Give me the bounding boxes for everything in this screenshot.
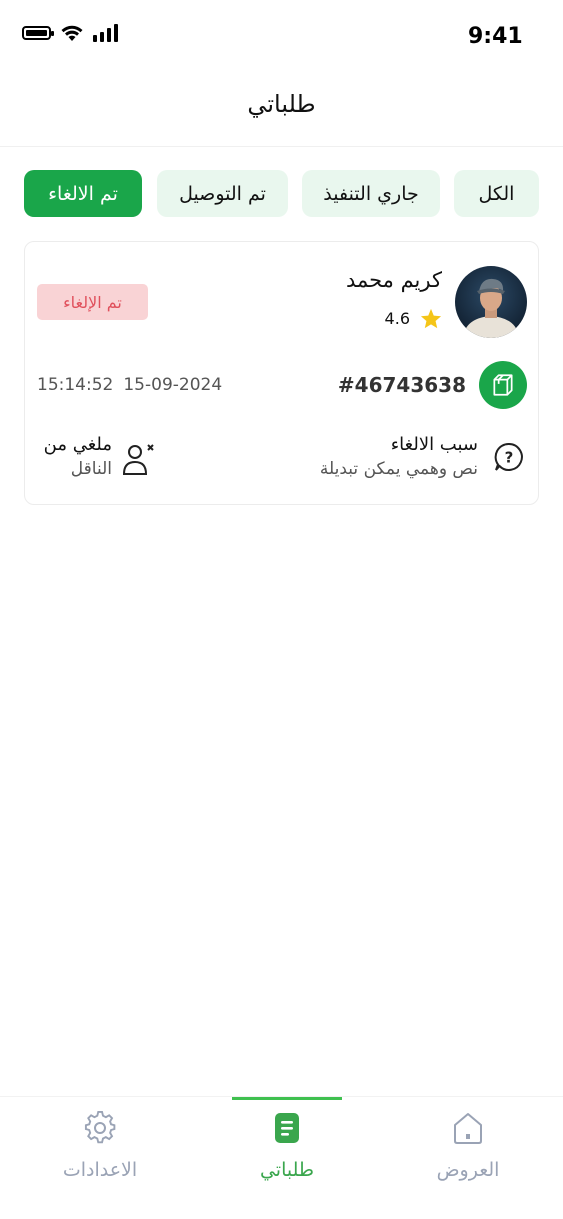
rating-value: 4.6 — [384, 309, 410, 328]
tab-all[interactable]: الكل — [454, 170, 539, 217]
page-title: طلباتي — [247, 90, 316, 118]
nav-settings[interactable]: الاعدادات — [25, 1097, 175, 1219]
nav-orders-label: طلباتي — [259, 1159, 315, 1181]
status-icons — [22, 24, 119, 42]
tab-in-progress[interactable]: جاري التنفيذ — [302, 170, 440, 217]
driver-rating: 4.6 — [385, 308, 442, 329]
nav-active-indicator — [232, 1097, 342, 1100]
battery-icon — [22, 26, 54, 40]
cancelled-by-title: ملغي من — [43, 434, 112, 455]
gear-icon — [84, 1111, 116, 1144]
order-card[interactable]: كريم محمد 4.6 تم الإلغاء #46743638 15:14… — [24, 241, 539, 505]
star-icon — [420, 308, 442, 329]
box-icon — [493, 374, 513, 396]
nav-orders[interactable]: طلباتي — [212, 1097, 362, 1219]
user-x-icon — [122, 444, 154, 475]
order-icon-circle — [479, 361, 527, 409]
tab-cancelled[interactable]: تم الالغاء — [24, 170, 142, 217]
nav-offers-label: العروض — [436, 1159, 500, 1181]
wifi-icon — [61, 25, 83, 41]
home-icon — [454, 1113, 482, 1144]
status-bar: 9:41 — [0, 0, 563, 70]
order-date: 15-09-2024 — [123, 375, 223, 395]
cancel-reason-text: نص وهمي يمكن تبديلة — [319, 459, 478, 479]
order-number: #46743638 — [337, 373, 466, 397]
nav-settings-label: الاعدادات — [62, 1159, 138, 1181]
filter-tabs: تم الالغاء تم التوصيل جاري التنفيذ الكل — [24, 170, 539, 218]
order-datetime: 15:14:52 15-09-2024 — [37, 375, 222, 395]
nav-offers[interactable]: العروض — [393, 1097, 543, 1219]
bottom-nav: الاعدادات طلباتي العروض — [0, 1096, 563, 1219]
avatar — [455, 266, 527, 338]
header: طلباتي — [0, 70, 563, 147]
cancel-reason-title: سبب الالغاء — [390, 434, 478, 455]
tab-delivered[interactable]: تم التوصيل — [157, 170, 288, 217]
status-badge: تم الإلغاء — [37, 284, 148, 320]
document-icon — [275, 1113, 299, 1143]
driver-name: كريم محمد — [345, 268, 442, 292]
cancelled-by-value: الناقل — [70, 459, 112, 479]
signal-icon — [93, 24, 118, 42]
svg-text:?: ? — [505, 449, 514, 467]
order-time: 15:14:52 — [37, 375, 114, 395]
question-icon: ? — [494, 442, 523, 471]
status-time: 9:41 — [468, 24, 523, 49]
